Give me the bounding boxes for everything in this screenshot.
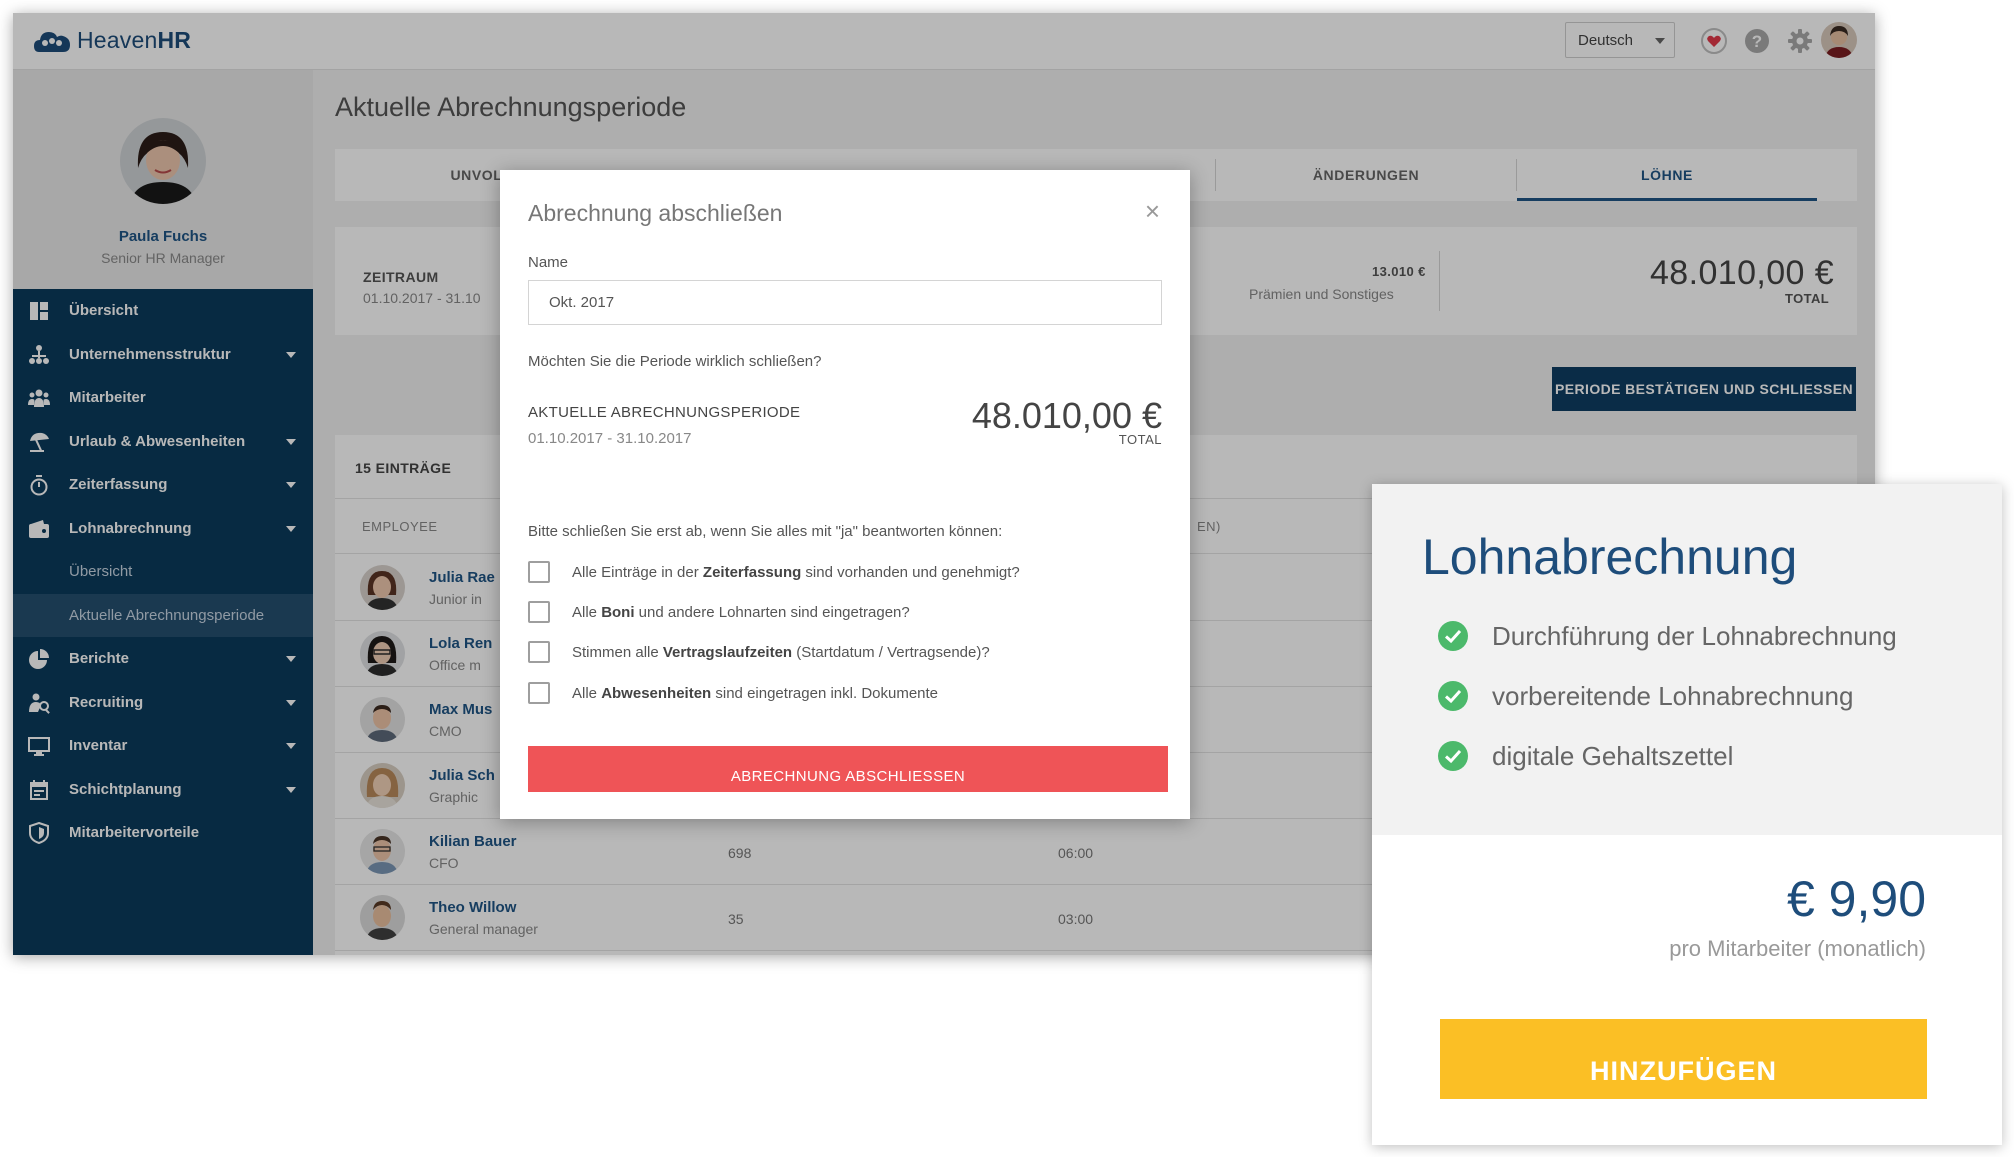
modal-period-amount: 48.010,00 € [971,395,1162,436]
check-circle-icon [1438,621,1468,651]
checkbox[interactable] [528,641,550,663]
checklist-item[interactable]: Alle Boni und andere Lohnarten sind eing… [528,599,910,625]
name-field-label: Name [528,254,569,271]
checkbox[interactable] [528,561,550,583]
checklist-item[interactable]: Stimmen alle Vertragslaufzeiten (Startda… [528,639,990,665]
feature-item: Durchführung der Lohnabrechnung [1438,618,1897,654]
modal-title: Abrechnung abschließen [528,200,783,226]
stage: HeavenHR Deutsch ? Paula Fuchs Senior HR… [0,0,2014,1157]
promo-header: Lohnabrechnung Durchführung der Lohnabre… [1372,484,2002,835]
feature-text: Durchführung der Lohnabrechnung [1492,620,1897,651]
price: € 9,90 [1786,871,1926,927]
check-circle-icon [1438,741,1468,771]
modal-period-label: AKTUELLE ABRECHNUNGSPERIODE [528,404,801,421]
feature-item: vorbereitende Lohnabrechnung [1438,678,1853,714]
checklist-text: Alle Einträge in der Zeiterfassung sind … [572,563,1020,581]
checklist-text: Alle Boni und andere Lohnarten sind eing… [572,603,910,621]
instruction-text: Bitte schließen Sie erst ab, wenn Sie al… [528,523,1003,540]
checklist-text: Alle Abwesenheiten sind eingetragen inkl… [572,684,939,702]
feature-text: vorbereitende Lohnabrechnung [1492,680,1854,711]
checkbox[interactable] [528,682,550,704]
feature-item: digitale Gehaltszettel [1438,738,1733,774]
confirm-question: Möchten Sie die Periode wirklich schließ… [528,353,822,370]
modal-period-dates: 01.10.2017 - 31.10.2017 [528,430,692,447]
close-period-button[interactable]: ABRECHNUNG ABSCHLIESSEN [528,746,1168,792]
close-icon[interactable]: × [1145,198,1160,224]
add-button[interactable]: HINZUFÜGEN [1440,1019,1927,1099]
checkbox[interactable] [528,601,550,623]
checklist-item[interactable]: Alle Einträge in der Zeiterfassung sind … [528,559,1020,585]
feature-text: digitale Gehaltszettel [1492,740,1734,771]
promo-title: Lohnabrechnung [1422,529,1798,585]
name-input[interactable] [528,280,1162,325]
price-unit: pro Mitarbeiter (monatlich) [1669,936,1926,961]
check-circle-icon [1438,681,1468,711]
modal-total-label: TOTAL [1118,432,1162,447]
close-period-modal: Abrechnung abschließen × Name Möchten Si… [500,170,1190,819]
checklist-item[interactable]: Alle Abwesenheiten sind eingetragen inkl… [528,680,938,706]
checklist-text: Stimmen alle Vertragslaufzeiten (Startda… [572,643,990,661]
promo-card: Lohnabrechnung Durchführung der Lohnabre… [1372,484,2002,1145]
